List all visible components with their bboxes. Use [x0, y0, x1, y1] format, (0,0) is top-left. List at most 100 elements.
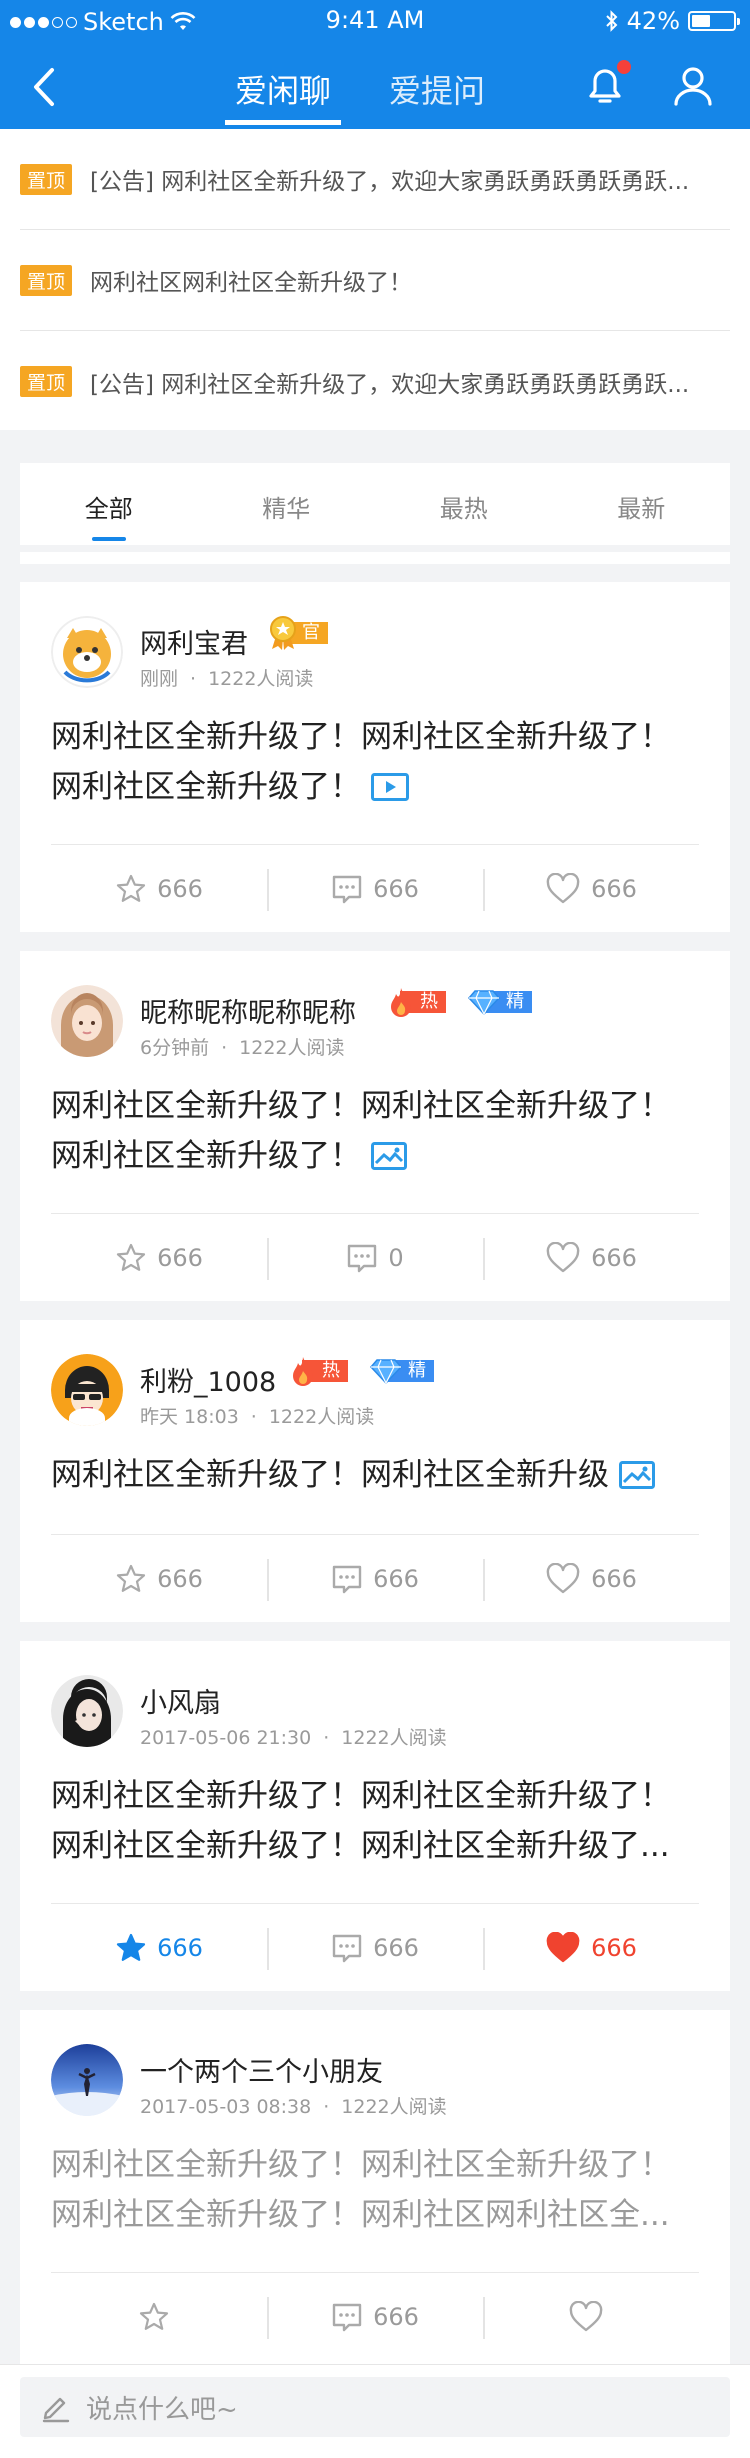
pinned-notices: 置顶 [公告] 网利社区全新升级了，欢迎大家勇跃勇跃勇跃勇跃... 置顶 网利社…	[0, 129, 750, 430]
avatar[interactable]	[51, 1675, 123, 1747]
status-bar: Sketch 9:41 AM 42%	[0, 0, 750, 44]
app-header: Sketch 9:41 AM 42% 爱闲聊 爱提问	[0, 0, 750, 129]
read-count: 1222人阅读	[341, 2096, 447, 2118]
filter-tab-hot[interactable]: 最热	[375, 463, 553, 545]
post-text: 网利社区全新升级了！网利社区全新升级	[51, 1457, 609, 1493]
favorite-button[interactable]: 666	[51, 1904, 267, 1991]
comment-count: 0	[388, 1243, 404, 1272]
user-badges: 热 精	[290, 1357, 434, 1386]
status-right: 42%	[605, 7, 740, 35]
like-button[interactable]: 666	[483, 1535, 699, 1622]
fire-icon	[391, 988, 411, 1017]
user-badges: 热 精	[388, 988, 532, 1017]
like-button[interactable]: 666	[483, 1214, 699, 1301]
post-content[interactable]: 网利社区全新升级了！网利社区全新升级	[51, 1450, 701, 1500]
post-actions: 666 0 666	[51, 1213, 699, 1301]
heart-icon	[546, 872, 580, 903]
post-card[interactable]: 网利宝君 官 刚刚 · 1222人阅读 网利社区全新升级了！网利社区全新升级了！网利…	[20, 582, 730, 932]
like-button[interactable]: 666	[483, 845, 699, 932]
favorite-button[interactable]: 666	[51, 1214, 267, 1301]
star-icon	[116, 874, 146, 902]
star-icon	[116, 1243, 146, 1271]
post-text: 网利社区全新升级了！网利社区全新升级了！网利社区全新升级了！网利社区网利社区全.…	[51, 2147, 671, 2233]
username[interactable]: 昵称昵称昵称昵称	[140, 991, 356, 1030]
post-content[interactable]: 网利社区全新升级了！网利社区全新升级了！网利社区全新升级了！网利社区网利社区全.…	[51, 2140, 701, 2240]
comment-input[interactable]: 说点什么吧~	[20, 2377, 730, 2437]
image-icon	[619, 1461, 655, 1489]
tab-questions[interactable]: 爱提问	[379, 60, 495, 122]
post-card[interactable]: 小风扇 2017-05-06 21:30 · 1222人阅读 网利社区全新升级了！网…	[20, 1641, 730, 1991]
read-count: 1222人阅读	[268, 1406, 375, 1428]
post-content[interactable]: 网利社区全新升级了！网利社区全新升级了！网利社区全新升级了！网利社区全新升级了.…	[51, 1771, 701, 1871]
image-icon	[371, 1142, 407, 1170]
comment-button[interactable]: 666	[267, 1904, 483, 1991]
filter-tab-essence[interactable]: 精华	[198, 463, 376, 545]
read-count: 1222人阅读	[239, 1037, 345, 1059]
filter-tab-all[interactable]: 全部	[20, 463, 198, 545]
favorite-button[interactable]	[51, 2273, 267, 2360]
favorite-count: 666	[157, 1243, 203, 1272]
comment-count: 666	[373, 1933, 419, 1962]
post-time: 昨天 18:03	[140, 1406, 239, 1428]
notifications-button[interactable]	[583, 60, 631, 108]
like-button[interactable]	[483, 2273, 699, 2360]
post-card[interactable]: 昵称昵称昵称昵称 热 精 6分钟前 · 1222人阅读 网利社区全新升级了！网利社区…	[20, 951, 730, 1301]
filter-divider	[20, 552, 730, 564]
video-icon	[371, 773, 409, 801]
notice-text: [公告] 网利社区全新升级了，欢迎大家勇跃勇跃勇跃勇跃...	[90, 371, 690, 398]
pinned-badge: 置顶	[20, 366, 73, 397]
favorite-count: 666	[157, 874, 203, 903]
comment-icon	[348, 1244, 377, 1272]
heart-icon	[546, 1562, 580, 1593]
username[interactable]: 小风扇	[140, 1681, 221, 1720]
comment-button[interactable]: 666	[267, 1535, 483, 1622]
post-meta: 2017-05-06 21:30 · 1222人阅读	[140, 1727, 447, 1749]
top-tabs: 爱闲聊 爱提问	[225, 60, 495, 125]
post-card[interactable]: 一个两个三个小朋友 2017-05-03 08:38 · 1222人阅读 网利社区全…	[20, 2010, 730, 2370]
post-card[interactable]: 利粉_1008 热 精 昨天 18:03 · 1222人阅读 网利社区全新升级了！网…	[20, 1320, 730, 1622]
like-button[interactable]: 666	[483, 1904, 699, 1991]
hot-badge: 热	[388, 988, 446, 1017]
heart-filled-icon	[546, 1931, 580, 1962]
post-text: 网利社区全新升级了！网利社区全新升级了！网利社区全新升级了！	[51, 1088, 671, 1174]
comment-count: 666	[373, 2302, 419, 2331]
essence-badge: 精	[370, 1358, 434, 1384]
username[interactable]: 网利宝君	[140, 622, 248, 661]
post-actions: 666 666 666	[51, 1903, 699, 1991]
username[interactable]: 利粉_1008	[140, 1360, 276, 1399]
diamond-icon	[468, 990, 500, 1015]
comment-placeholder: 说点什么吧~	[86, 2394, 238, 2425]
post-time: 2017-05-06 21:30	[140, 1727, 312, 1749]
unread-dot	[617, 60, 631, 74]
avatar[interactable]	[51, 616, 123, 688]
user-profile-button[interactable]	[672, 64, 714, 108]
heart-icon	[546, 1241, 580, 1272]
post-content[interactable]: 网利社区全新升级了！网利社区全新升级了！网利社区全新升级了！	[51, 712, 701, 812]
comment-button[interactable]: 0	[267, 1214, 483, 1301]
post-meta: 6分钟前 · 1222人阅读	[140, 1037, 345, 1059]
filter-tabs: 全部 精华 最热 最新	[20, 463, 730, 545]
medal-icon	[270, 616, 296, 650]
favorite-button[interactable]: 666	[51, 1535, 267, 1622]
back-button[interactable]	[28, 64, 64, 110]
pinned-notice[interactable]: 置顶 [公告] 网利社区全新升级了，欢迎大家勇跃勇跃勇跃勇跃...	[20, 129, 730, 230]
filter-tab-latest[interactable]: 最新	[553, 463, 731, 545]
avatar[interactable]	[51, 985, 123, 1057]
avatar[interactable]	[51, 2044, 123, 2116]
read-count: 1222人阅读	[341, 1727, 447, 1749]
post-content[interactable]: 网利社区全新升级了！网利社区全新升级了！网利社区全新升级了！	[51, 1081, 701, 1181]
favorite-button[interactable]: 666	[51, 845, 267, 932]
avatar[interactable]	[51, 1354, 123, 1426]
username[interactable]: 一个两个三个小朋友	[140, 2050, 383, 2089]
pinned-notice[interactable]: 置顶 网利社区网利社区全新升级了！	[20, 230, 730, 331]
pinned-notice[interactable]: 置顶 [公告] 网利社区全新升级了，欢迎大家勇跃勇跃勇跃勇跃...	[20, 331, 730, 432]
comment-button[interactable]: 666	[267, 2273, 483, 2360]
post-actions: 666	[51, 2272, 699, 2360]
pencil-icon	[42, 2397, 70, 2423]
battery-icon	[688, 11, 740, 31]
tab-chat[interactable]: 爱闲聊	[225, 60, 342, 125]
comment-button[interactable]: 666	[267, 845, 483, 932]
star-icon	[116, 1564, 146, 1592]
post-meta: 2017-05-03 08:38 · 1222人阅读	[140, 2096, 447, 2118]
post-meta: 昨天 18:03 · 1222人阅读	[140, 1406, 375, 1428]
